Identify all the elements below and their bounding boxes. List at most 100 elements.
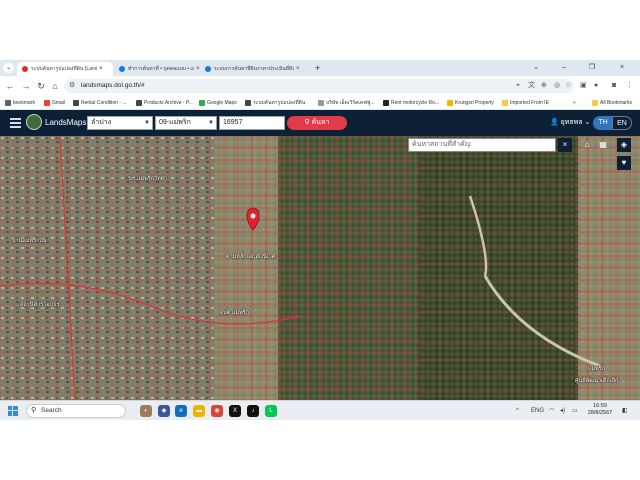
notifications-icon[interactable]: ◧ <box>622 404 628 418</box>
search-icon: ⚲ <box>304 119 312 126</box>
poi-village[interactable]: บ้านแม่พริกบน <box>12 238 47 245</box>
profile-picture[interactable]: ◙ <box>612 80 616 92</box>
map-parcels-grid <box>215 136 420 400</box>
translate-icon[interactable]: 文 <box>528 81 535 91</box>
maximize-button[interactable]: ❐ <box>584 60 600 76</box>
poi-school[interactable]: ร.ร.แม่พริกวิทยา <box>128 176 167 183</box>
close-tab-icon[interactable]: × <box>99 62 103 76</box>
site-info-icon[interactable]: ⚙ <box>69 81 75 89</box>
bookmark-item[interactable]: Gmail <box>44 98 65 108</box>
poi-office[interactable]: อบต.แม่พริก <box>220 310 249 317</box>
user-icon: 👤 <box>550 119 561 126</box>
extensions-icon[interactable]: ▣ <box>580 80 587 92</box>
tab-search-button[interactable]: ⌄ <box>3 63 14 73</box>
line-app-icon[interactable]: L <box>265 405 277 417</box>
bookmark-item[interactable]: Products Archive - P... <box>136 98 193 108</box>
edge-browser-icon[interactable]: e <box>175 405 187 417</box>
address-bar[interactable]: ⚙ landsmaps.dol.go.th/# ⌖ 文 ⊕ ◎ ☆ <box>64 79 574 93</box>
app-header: LandsMaps ลำปาง ▼ 09-แม่พริก ▼ 16957 ⚲ ค้น… <box>0 110 640 136</box>
screen: ⌄ ระบบค้นหารูปแปลงที่ดิน (LandsMa× ทำการ… <box>0 60 640 420</box>
satellite-map[interactable]: ร.ร.แม่พริกวิทยา บ้านแม่พริกบน สถานีตำรว… <box>0 136 640 400</box>
site-icon <box>447 99 453 106</box>
reload-icon[interactable]: ↻ <box>35 80 47 92</box>
forward-arrow-icon[interactable]: → <box>20 80 32 92</box>
close-tab-icon[interactable]: × <box>296 62 300 76</box>
minimize-button[interactable]: – <box>556 60 572 76</box>
poi-center[interactable]: ศูนย์พัฒนาเด็กเล็ก <box>575 378 618 385</box>
location-pin-icon[interactable]: ⌖ <box>516 81 520 91</box>
bookmark-star-icon[interactable]: ☆ <box>565 81 571 91</box>
volume-icon[interactable]: ◂) <box>560 404 565 418</box>
tab-facebook[interactable]: ทำการค้นหาที่ • บุคคลแบบ • เอกกากร่× <box>114 62 210 76</box>
bookmark-item[interactable]: Krungsri Property <box>447 98 494 108</box>
widgets-icon[interactable]: ◐ <box>140 405 152 417</box>
gmail-icon <box>44 99 50 106</box>
parcel-number-input[interactable]: 16957 <box>219 116 285 130</box>
map-marker-dot <box>250 213 256 219</box>
home-view-icon[interactable]: ⌂ <box>580 138 594 152</box>
chrome-browser-icon[interactable]: ◉ <box>211 405 223 417</box>
site-icon <box>318 99 324 106</box>
bookmarks-overflow-button[interactable]: » <box>573 98 576 108</box>
wifi-icon[interactable]: ◠ <box>549 404 554 418</box>
place-search-input[interactable]: ค้นหาสถานที่สำคัญ <box>408 138 556 152</box>
chevron-down-icon: ▼ <box>208 120 214 126</box>
province-select[interactable]: ลำปาง ▼ <box>87 116 153 130</box>
url-text: landsmaps.dol.go.th/# <box>81 82 145 89</box>
site-icon <box>245 99 251 106</box>
tab-list-button[interactable]: ⌄ <box>528 60 544 76</box>
windows-start-icon[interactable] <box>8 406 18 416</box>
poi-town[interactable]: แม่พริก <box>588 366 605 373</box>
land-price-favicon-icon <box>205 66 211 72</box>
profile-avatar-icon[interactable]: ● <box>594 80 598 92</box>
x-app-icon[interactable]: X <box>229 405 241 417</box>
battery-icon[interactable]: ▭ <box>572 404 578 418</box>
close-tab-icon[interactable]: × <box>196 62 200 76</box>
file-explorer-icon[interactable]: ▬ <box>193 405 205 417</box>
grid-view-icon[interactable]: ▦ <box>596 138 610 152</box>
search-icon: ⚲ <box>31 407 37 414</box>
site-icon <box>136 99 142 106</box>
user-menu[interactable]: 👤 ยุทธพล ⌄ <box>550 118 590 128</box>
bookmark-item[interactable]: ระบบค้นหารูปแปลงที่ดิน <box>245 98 305 108</box>
tab-landsmaps[interactable]: ระบบค้นหารูปแปลงที่ดิน (LandsMa× <box>17 62 113 76</box>
bookmark-item[interactable]: bookmark <box>5 98 35 108</box>
lang-en-button[interactable]: EN <box>612 116 632 130</box>
folder-icon <box>592 99 598 106</box>
taskbar-search[interactable]: ⚲ Search <box>26 404 126 418</box>
district-select[interactable]: 09-แม่พริก ▼ <box>155 116 217 130</box>
bookmark-item[interactable]: Rent motorcycle Ro... <box>383 98 439 108</box>
home-icon[interactable]: ⌂ <box>49 80 61 92</box>
zoom-icon[interactable]: ⊕ <box>541 81 547 91</box>
lang-th-button[interactable]: TH <box>593 116 613 130</box>
hamburger-menu-icon[interactable] <box>10 118 21 128</box>
copilot-icon[interactable]: ◆ <box>158 405 170 417</box>
close-window-button[interactable]: × <box>614 60 630 76</box>
bookmark-item[interactable]: All Bookmarks <box>592 98 632 108</box>
tiktok-icon[interactable]: ♪ <box>247 405 259 417</box>
favorite-heart-icon[interactable]: ♥ <box>617 156 631 170</box>
poi-police[interactable]: สถานีตำรวจภูธร <box>20 302 59 309</box>
chrome-menu-icon[interactable]: ⋮ <box>626 80 633 92</box>
map-parcels-west <box>0 136 215 400</box>
search-button[interactable]: ⚲ ค้นหา <box>287 116 347 130</box>
layers-icon[interactable]: ◈ <box>617 138 631 152</box>
eye-off-icon[interactable]: ◎ <box>554 81 560 91</box>
poi-parcel-caption[interactable]: ตามหลักแผนผังนิเวศ <box>226 254 275 261</box>
bookmark-item[interactable]: Google Maps <box>199 98 237 108</box>
tray-chevron-icon[interactable]: ^ <box>516 404 519 418</box>
landsmaps-favicon-icon <box>22 66 28 72</box>
input-language[interactable]: ENG <box>531 404 544 418</box>
folder-icon <box>502 99 508 106</box>
browser-toolbar: ← → ↻ ⌂ ⚙ landsmaps.dol.go.th/# ⌖ 文 ⊕ ◎ … <box>0 76 640 96</box>
back-arrow-icon[interactable]: ← <box>4 80 16 92</box>
new-tab-button[interactable]: + <box>315 62 320 74</box>
bookmark-item[interactable]: บริษัท เอ็ดเวิร์ดเคฟฟู... <box>318 98 375 108</box>
site-icon <box>73 99 79 106</box>
close-search-icon[interactable]: × <box>558 138 572 152</box>
tab-land-price[interactable]: ระบบการค้นหาที่ดินราคาประเมินที่ดินสหรัก… <box>200 62 312 76</box>
system-clock[interactable]: 16:59 28/8/2567 <box>582 403 618 417</box>
bookmark-item[interactable]: Rental Condition - ... <box>73 98 127 108</box>
map-canvas[interactable] <box>0 136 640 400</box>
bookmark-item[interactable]: Imported From IE <box>502 98 549 108</box>
